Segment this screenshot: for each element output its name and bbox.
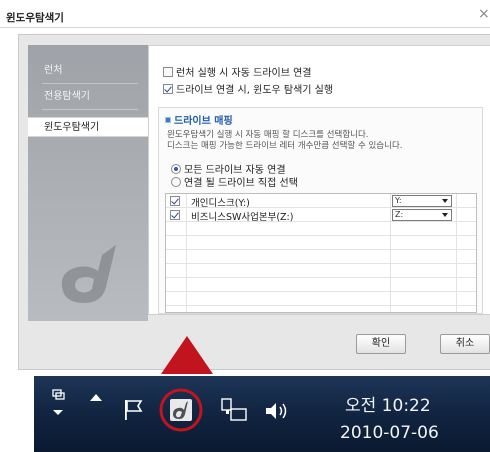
chevron-up-icon[interactable] bbox=[89, 392, 103, 402]
radio-button[interactable] bbox=[171, 176, 181, 187]
show-windows-icon[interactable] bbox=[50, 388, 66, 418]
table-row bbox=[166, 292, 476, 306]
settings-dialog: 윈도우탐색기 × 런처 전용탐색기 윈도우탐색기 런처 실행 시 자동 드라이브… bbox=[0, 0, 490, 374]
app-tray-icon[interactable] bbox=[158, 387, 204, 433]
sidebar-divider bbox=[42, 109, 138, 110]
checkbox[interactable] bbox=[163, 83, 173, 94]
selected-letter: Y: bbox=[395, 196, 402, 205]
radio-label: 연결 될 드라이브 직접 선택 bbox=[184, 178, 298, 189]
sidebar-item-dedicated-explorer[interactable]: 전용탐색기 bbox=[28, 87, 148, 107]
close-icon[interactable]: × bbox=[478, 6, 490, 22]
dialog-title: 윈도우탐색기 bbox=[6, 12, 64, 24]
sidebar-divider bbox=[42, 83, 138, 84]
checkbox[interactable] bbox=[163, 66, 173, 77]
flag-icon[interactable] bbox=[122, 398, 146, 422]
table-row bbox=[166, 264, 476, 278]
table-row bbox=[166, 278, 476, 292]
option-run-explorer[interactable]: 드라이브 연결 시, 윈도우 탐색기 실행 bbox=[163, 81, 333, 96]
drive-checkbox[interactable] bbox=[170, 210, 180, 220]
table-row bbox=[166, 222, 476, 236]
drive-name: 비즈니스SW사업본부(Z:) bbox=[191, 212, 294, 223]
option-label: 드라이브 연결 시, 윈도우 탐색기 실행 bbox=[176, 85, 334, 96]
sidebar: 런처 전용탐색기 윈도우탐색기 bbox=[28, 45, 150, 321]
option-auto-connect[interactable]: 런처 실행 시 자동 드라이브 연결 bbox=[163, 64, 312, 79]
network-icon[interactable] bbox=[220, 397, 248, 423]
section-title: 드라이브 매핑 bbox=[174, 116, 233, 127]
drive-table: 개인디스크(Y:) Y: 비즈니스SW사업본부(Z:) Z: bbox=[165, 193, 477, 313]
bullet-icon bbox=[165, 116, 171, 123]
drive-mapping-heading: 드라이브 매핑 bbox=[165, 112, 233, 127]
volume-icon[interactable] bbox=[264, 400, 292, 422]
radio-button[interactable] bbox=[171, 163, 181, 174]
radio-select-drives[interactable]: 연결 될 드라이브 직접 선택 bbox=[171, 174, 298, 189]
sidebar-item-launcher[interactable]: 런처 bbox=[28, 61, 148, 81]
mapping-description-2: 디스크는 매핑 가능한 드라이브 레터 개수만큼 선택할 수 있습니다. bbox=[167, 141, 403, 151]
ok-button[interactable]: 확인 bbox=[356, 334, 406, 354]
selected-letter: Z: bbox=[395, 210, 404, 219]
clock-date[interactable]: 2010-07-06 bbox=[340, 423, 439, 443]
sidebar-item-windows-explorer[interactable]: 윈도우탐색기 bbox=[28, 117, 150, 137]
chevron-down-icon bbox=[442, 199, 448, 203]
cancel-button[interactable]: 취소 bbox=[440, 334, 490, 354]
chevron-down-icon bbox=[442, 213, 448, 217]
table-row: 비즈니스SW사업본부(Z:) Z: bbox=[166, 208, 476, 223]
table-row: 개인디스크(Y:) Y: bbox=[166, 194, 476, 209]
title-divider bbox=[0, 27, 490, 28]
drive-letter-select[interactable]: Z: bbox=[392, 209, 452, 221]
table-row bbox=[166, 250, 476, 264]
drive-name: 개인디스크(Y:) bbox=[191, 198, 250, 209]
drive-letter-select[interactable]: Y: bbox=[392, 195, 452, 207]
table-row bbox=[166, 236, 476, 250]
option-label: 런처 실행 시 자동 드라이브 연결 bbox=[176, 68, 312, 79]
app-logo-icon bbox=[61, 245, 116, 303]
drive-checkbox[interactable] bbox=[170, 196, 180, 206]
taskbar: 오전 10:22 2010-07-06 bbox=[34, 376, 490, 452]
pointer-arrow bbox=[161, 336, 213, 374]
clock-time[interactable]: 오전 10:22 bbox=[345, 391, 431, 416]
